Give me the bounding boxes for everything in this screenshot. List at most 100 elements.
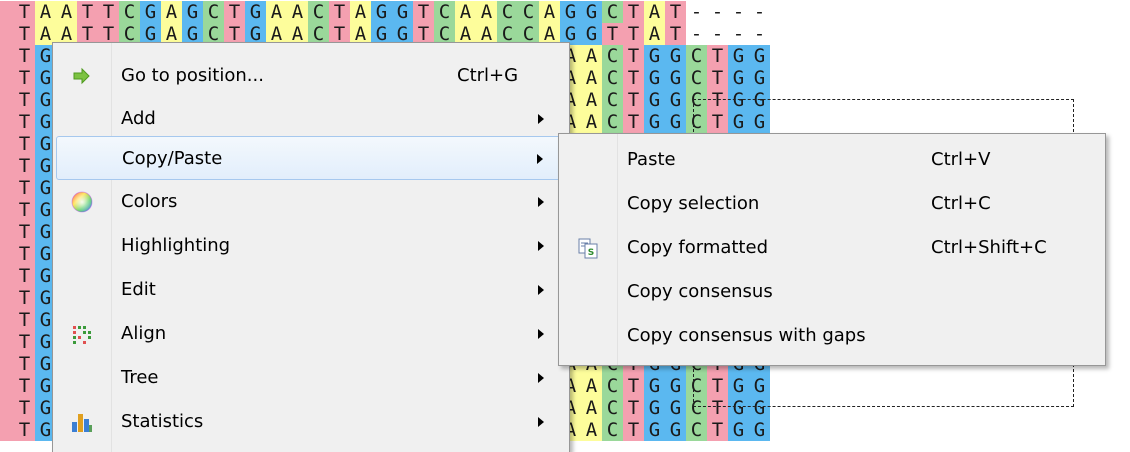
alignment-cell[interactable]: T [707, 67, 728, 89]
alignment-cell[interactable]: T [14, 331, 35, 353]
alignment-cell[interactable]: T [14, 67, 35, 89]
alignment-cell[interactable]: C [686, 89, 707, 111]
alignment-cell[interactable]: G [644, 67, 665, 89]
alignment-cell[interactable]: T [707, 419, 728, 441]
alignment-cell[interactable]: T [623, 1, 644, 23]
alignment-cell[interactable]: - [707, 23, 728, 45]
alignment-cell[interactable]: T [665, 23, 686, 45]
alignment-cell[interactable]: T [14, 199, 35, 221]
alignment-cell[interactable]: T [14, 397, 35, 419]
alignment-cell[interactable]: A [581, 111, 602, 133]
menu-item-copy-consensus-with-gaps[interactable]: Copy consensus with gaps [562, 314, 1102, 358]
alignment-cell[interactable]: A [581, 397, 602, 419]
alignment-cell[interactable]: T [707, 111, 728, 133]
alignment-cell[interactable]: C [308, 1, 329, 23]
alignment-cell[interactable]: C [434, 1, 455, 23]
alignment-cell[interactable] [0, 23, 14, 45]
alignment-cell[interactable]: G [182, 1, 203, 23]
alignment-cell[interactable]: T [623, 45, 644, 67]
alignment-cell[interactable]: G [749, 45, 770, 67]
alignment-cell[interactable]: T [98, 1, 119, 23]
alignment-cell[interactable]: G [728, 45, 749, 67]
alignment-cell[interactable]: A [266, 1, 287, 23]
alignment-cell[interactable]: T [665, 1, 686, 23]
alignment-cell[interactable]: A [287, 1, 308, 23]
alignment-cell[interactable]: G [728, 397, 749, 419]
alignment-cell[interactable]: G [581, 1, 602, 23]
alignment-cell[interactable]: G [749, 111, 770, 133]
alignment-cell[interactable]: A [644, 1, 665, 23]
menu-item-edit[interactable]: Edit [56, 268, 566, 312]
alignment-cell[interactable]: G [749, 89, 770, 111]
alignment-cell[interactable]: A [581, 419, 602, 441]
alignment-cell[interactable]: C [686, 45, 707, 67]
alignment-cell[interactable]: A [539, 1, 560, 23]
alignment-cell[interactable]: G [644, 111, 665, 133]
alignment-cell[interactable]: G [728, 111, 749, 133]
alignment-cell[interactable]: T [14, 89, 35, 111]
alignment-cell[interactable]: T [623, 67, 644, 89]
alignment-cell[interactable]: T [14, 155, 35, 177]
alignment-cell[interactable]: G [371, 1, 392, 23]
alignment-cell[interactable]: C [203, 1, 224, 23]
alignment-cell[interactable]: C [602, 89, 623, 111]
alignment-cell[interactable] [0, 287, 14, 309]
alignment-cell[interactable]: - [686, 23, 707, 45]
alignment-cell[interactable]: G [140, 1, 161, 23]
alignment-cell[interactable] [0, 419, 14, 441]
alignment-cell[interactable]: A [35, 1, 56, 23]
alignment-cell[interactable]: T [14, 243, 35, 265]
alignment-cell[interactable]: G [665, 375, 686, 397]
menu-item-highlighting[interactable]: Highlighting [56, 224, 566, 268]
alignment-cell[interactable]: T [14, 353, 35, 375]
alignment-cell[interactable]: T [623, 397, 644, 419]
alignment-cell[interactable]: G [728, 419, 749, 441]
alignment-cell[interactable]: T [623, 111, 644, 133]
alignment-cell[interactable]: C [119, 1, 140, 23]
alignment-cell[interactable]: G [749, 375, 770, 397]
alignment-cell[interactable]: C [602, 111, 623, 133]
alignment-cell[interactable]: G [665, 89, 686, 111]
alignment-cell[interactable]: G [644, 419, 665, 441]
alignment-cell[interactable]: T [14, 111, 35, 133]
alignment-cell[interactable] [0, 309, 14, 331]
alignment-cell[interactable]: T [14, 177, 35, 199]
alignment-cell[interactable] [0, 45, 14, 67]
alignment-cell[interactable]: T [14, 375, 35, 397]
alignment-cell[interactable] [0, 133, 14, 155]
alignment-cell[interactable]: G [665, 67, 686, 89]
alignment-cell[interactable]: G [749, 67, 770, 89]
alignment-cell[interactable]: T [14, 45, 35, 67]
alignment-cell[interactable]: C [497, 1, 518, 23]
alignment-cell[interactable] [0, 155, 14, 177]
alignment-cell[interactable]: T [413, 1, 434, 23]
alignment-cell[interactable]: T [14, 221, 35, 243]
alignment-cell[interactable]: G [665, 45, 686, 67]
alignment-cell[interactable]: T [224, 1, 245, 23]
alignment-cell[interactable]: T [14, 1, 35, 23]
alignment-cell[interactable]: T [623, 89, 644, 111]
alignment-cell[interactable]: T [77, 1, 98, 23]
alignment-cell[interactable]: T [14, 419, 35, 441]
alignment-cell[interactable]: G [749, 419, 770, 441]
menu-item-tree[interactable]: Tree [56, 356, 566, 400]
alignment-cell[interactable]: A [581, 67, 602, 89]
alignment-cell[interactable]: G [392, 1, 413, 23]
alignment-cell[interactable] [0, 1, 14, 23]
alignment-cell[interactable]: - [707, 1, 728, 23]
alignment-cell[interactable] [0, 221, 14, 243]
menu-item-copy-paste[interactable]: Copy/Paste [56, 136, 566, 180]
alignment-cell[interactable]: G [728, 375, 749, 397]
alignment-cell[interactable]: T [602, 23, 623, 45]
alignment-cell[interactable]: G [728, 89, 749, 111]
alignment-cell[interactable]: T [707, 375, 728, 397]
alignment-cell[interactable]: G [581, 23, 602, 45]
menu-item-add[interactable]: Add [56, 97, 566, 141]
alignment-cell[interactable] [0, 353, 14, 375]
menu-item-copy-selection[interactable]: Copy selection Ctrl+C [562, 182, 1102, 226]
menu-item-copy-consensus[interactable]: Copy consensus [562, 270, 1102, 314]
alignment-cell[interactable]: A [581, 89, 602, 111]
alignment-cell[interactable]: A [455, 1, 476, 23]
alignment-cell[interactable]: A [161, 1, 182, 23]
alignment-cell[interactable]: C [602, 375, 623, 397]
